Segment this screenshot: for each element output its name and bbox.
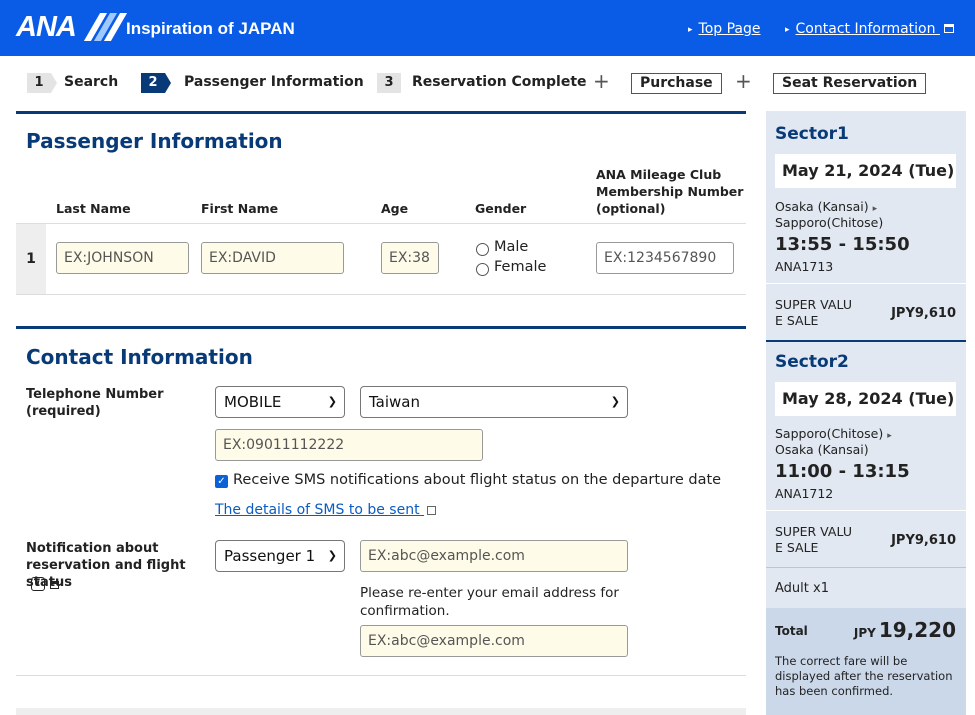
sms-checkbox[interactable]: ✓ (215, 475, 228, 488)
reenter-email-text: Please re-enter your email address for c… (360, 585, 619, 619)
contact-title: Contact Information (26, 345, 253, 369)
contact-section: Contact Information Telephone Number (re… (16, 326, 746, 676)
step-3-number: 3 (377, 73, 401, 93)
info-icon[interactable]: i (31, 577, 45, 591)
gender-female-radio[interactable] (476, 263, 489, 276)
total-box: Total JPY 19,220 The correct fare will be… (766, 608, 966, 715)
sector1-fare-type: SUPER VALU E SALE (775, 297, 852, 328)
new-window-icon (943, 24, 954, 33)
sector1-title: Sector1 (775, 124, 849, 144)
arrow-right-icon: ▸ (688, 25, 693, 35)
passenger-section: Passenger Information Last Name First Na… (16, 111, 746, 295)
first-name-header: First Name (201, 201, 279, 216)
gender-male-label: Male (494, 239, 529, 255)
mileage-number-input[interactable]: EX:1234567890 (596, 242, 734, 274)
country-value: Taiwan (369, 393, 421, 411)
email-input[interactable]: EX:abc@example.com (360, 540, 628, 572)
last-name-header: Last Name (56, 201, 131, 216)
phone-type-select[interactable]: MOBILE ❯ (215, 386, 345, 418)
total-label: Total (775, 624, 808, 638)
email-confirm-input[interactable]: EX:abc@example.com (360, 625, 628, 657)
passenger-select[interactable]: Passenger 1 ❯ (215, 540, 345, 572)
tagline: Inspiration of JAPAN (126, 19, 295, 38)
site-header: ANA Inspiration of JAPAN ▸ Top Page ▸ Cont… (0, 0, 975, 56)
sector2-date: May 28, 2024 (Tue) (775, 382, 956, 416)
total-price: JPY 19,220 (853, 618, 956, 642)
sector2-time: 11:00 - 13:15 (775, 461, 910, 482)
gender-male-radio[interactable] (476, 243, 489, 256)
contact-link-label: Contact Information (795, 21, 936, 37)
ana-logo[interactable]: ANA (16, 10, 127, 43)
passenger-row-number: 1 (16, 224, 46, 294)
sector1-flight: ANA1713 (775, 259, 834, 274)
sector2-title: Sector2 (775, 352, 849, 372)
plus-icon: + (593, 69, 610, 93)
gender-female-label: Female (494, 259, 547, 275)
arrow-right-icon: ▸ (785, 25, 790, 35)
sector2-fare-type: SUPER VALU E SALE (775, 524, 852, 555)
step-2-label: Passenger Information (184, 74, 364, 90)
plus-icon: + (735, 69, 752, 93)
sms-details-link[interactable]: The details of SMS to be sent (215, 502, 437, 518)
logo-text: ANA (16, 10, 77, 43)
new-window-icon (50, 581, 59, 589)
purchase-step: Purchase (631, 73, 722, 94)
top-page-label: Top Page (698, 21, 761, 37)
telephone-label: Telephone Number (required) (26, 387, 164, 419)
first-name-input[interactable]: EX:DAVID (201, 242, 344, 274)
adult-count: Adult x1 (775, 581, 829, 596)
next-section-edge (16, 708, 746, 715)
last-name-input[interactable]: EX:JOHNSON (56, 242, 189, 274)
step-1-label: Search (64, 74, 119, 90)
progress-steps: 1 Search 2 Passenger Information 3 Reser… (0, 69, 975, 96)
sector1-to: Sapporo(Chitose) (775, 215, 884, 230)
fare-note: The correct fare will be displayed after… (775, 654, 953, 698)
step-1-arrow-icon (51, 73, 57, 93)
step-2-number: 2 (141, 73, 165, 93)
phone-number-input[interactable]: EX:09011112222 (215, 429, 483, 461)
arrow-right-icon: ▸ (887, 431, 892, 441)
sector1-price: JPY9,610 (891, 306, 956, 321)
contact-info-link[interactable]: ▸ Contact Information (785, 21, 954, 37)
country-select[interactable]: Taiwan ❯ (360, 386, 628, 418)
step-1-number: 1 (27, 73, 51, 93)
phone-type-value: MOBILE (224, 393, 282, 411)
sector2-to: Osaka (Kansai) (775, 442, 869, 457)
sector1-time: 13:55 - 15:50 (775, 234, 910, 255)
chevron-down-icon: ❯ (327, 549, 337, 562)
top-page-link[interactable]: ▸ Top Page (688, 21, 761, 37)
logo-stripes-icon (78, 13, 127, 41)
step-2-arrow-icon (165, 73, 171, 93)
passenger-title: Passenger Information (26, 129, 283, 153)
passenger-select-value: Passenger 1 (224, 547, 316, 565)
seat-reservation-step: Seat Reservation (773, 73, 927, 94)
age-input[interactable]: EX:38 (381, 242, 439, 274)
chevron-down-icon: ❯ (327, 395, 337, 408)
chevron-down-icon: ❯ (610, 395, 620, 408)
arrow-right-icon: ▸ (872, 204, 878, 214)
age-header: Age (381, 201, 409, 216)
gender-header: Gender (475, 201, 527, 216)
step-3-label: Reservation Complete (412, 74, 587, 90)
sms-checkbox-label: Receive SMS notifications about flight s… (233, 472, 722, 488)
external-link-icon (427, 506, 437, 515)
mileage-header: ANA Mileage Club Membership Number (opti… (596, 167, 744, 216)
sector1-date: May 21, 2024 (Tue) (775, 154, 956, 188)
sector2-price: JPY9,610 (891, 533, 956, 548)
itinerary-sidebar: Sector1 May 21, 2024 (Tue) Osaka (Kansai… (766, 111, 966, 715)
sector2-flight: ANA1712 (775, 486, 834, 501)
sms-link-label: The details of SMS to be sent (215, 502, 420, 518)
